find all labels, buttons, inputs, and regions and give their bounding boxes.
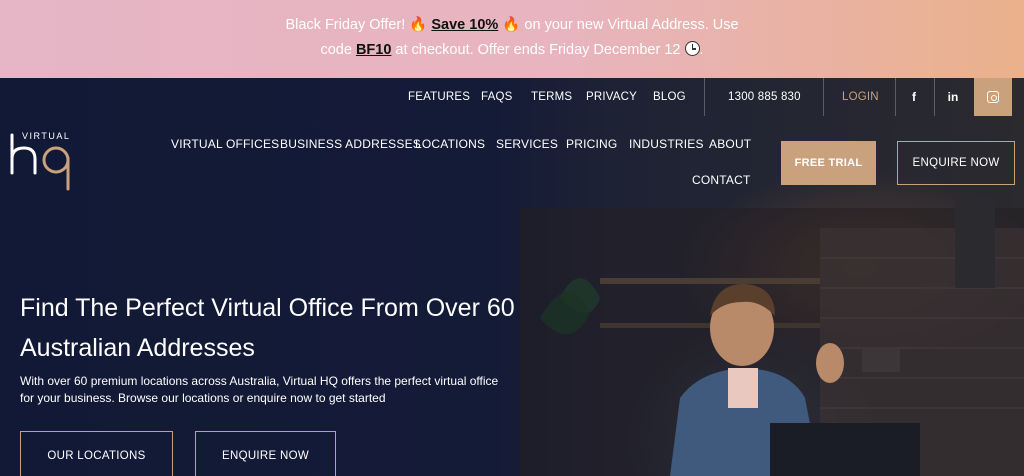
nav-virtual-offices[interactable]: VIRTUAL OFFICES xyxy=(171,137,279,151)
promo-save-link[interactable]: Save 10% xyxy=(431,17,498,33)
our-locations-button[interactable]: OUR LOCATIONS xyxy=(20,431,173,476)
hero-headline: Find The Perfect Virtual Office From Ove… xyxy=(20,294,515,362)
phone-link[interactable]: 1300 885 830 xyxy=(728,91,801,103)
nav-pricing[interactable]: PRICING xyxy=(566,137,617,151)
promo-text: Black Friday Offer! xyxy=(285,17,410,33)
nav-services[interactable]: SERVICES xyxy=(496,137,558,151)
nav-faqs[interactable]: FAQS xyxy=(481,91,512,103)
hero-subtext: With over 60 premium locations across Au… xyxy=(20,374,499,405)
nav-locations[interactable]: LOCATIONS xyxy=(415,137,485,151)
logo-word: VIRTUAL xyxy=(22,131,71,141)
nav-privacy[interactable]: PRIVACY xyxy=(586,91,637,103)
promo-line-2: code BF10 at checkout. Offer ends Friday… xyxy=(0,38,1024,63)
nav-business-addresses[interactable]: BUSINESS ADDRESSES xyxy=(280,137,421,151)
promo-line-1: Black Friday Offer! 🔥 Save 10% 🔥 on your… xyxy=(0,13,1024,38)
free-trial-button[interactable]: FREE TRIAL xyxy=(781,141,876,185)
hero-section: FEATURES FAQS TERMS PRIVACY BLOG 1300 88… xyxy=(0,78,1024,476)
promo-text: on your new Virtual Address. Use xyxy=(520,17,739,33)
promo-code: BF10 xyxy=(355,42,392,58)
instagram-icon[interactable] xyxy=(974,78,1012,116)
promo-text: at checkout. Offer ends Friday December … xyxy=(391,42,685,58)
promo-text: code xyxy=(320,42,356,58)
facebook-icon[interactable]: f xyxy=(895,78,933,116)
utility-nav: FEATURES FAQS TERMS PRIVACY BLOG 1300 88… xyxy=(0,78,1024,116)
nav-features[interactable]: FEATURES xyxy=(408,91,470,103)
virtualhq-logo[interactable]: VIRTUAL xyxy=(8,131,78,193)
login-link[interactable]: LOGIN xyxy=(842,91,879,103)
nav-terms[interactable]: TERMS xyxy=(531,91,572,103)
clock-icon xyxy=(684,41,700,56)
promo-text: . xyxy=(699,42,704,58)
enquire-now-button[interactable]: ENQUIRE NOW xyxy=(897,141,1015,185)
divider xyxy=(823,78,824,116)
nav-contact[interactable]: CONTACT xyxy=(692,173,751,187)
linkedin-icon[interactable]: in xyxy=(934,78,972,116)
nav-blog[interactable]: BLOG xyxy=(653,91,686,103)
fire-icon: 🔥 xyxy=(409,17,428,33)
hero-enquire-button[interactable]: ENQUIRE NOW xyxy=(195,431,336,476)
fire-icon: 🔥 xyxy=(502,17,521,33)
promo-banner: Black Friday Offer! 🔥 Save 10% 🔥 on your… xyxy=(0,0,1024,78)
instagram-glyph xyxy=(987,91,999,103)
divider xyxy=(704,78,705,116)
nav-about[interactable]: ABOUT xyxy=(709,137,751,151)
nav-industries[interactable]: INDUSTRIES xyxy=(629,137,704,151)
